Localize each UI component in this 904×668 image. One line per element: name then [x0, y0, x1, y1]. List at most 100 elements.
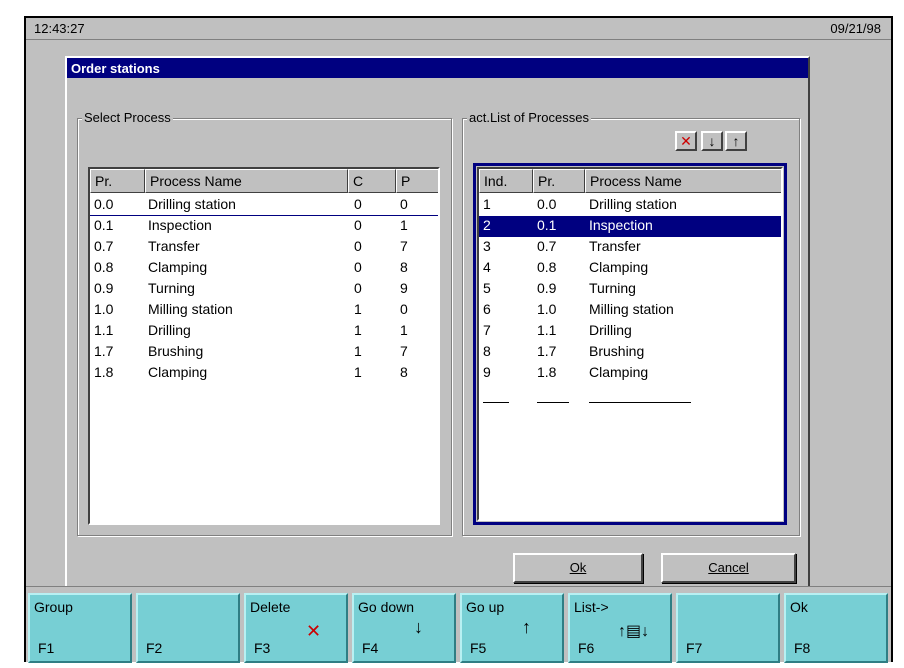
fkey-f8-button[interactable]: Ok F8 [784, 593, 888, 663]
act-process-cell: 0.8 [537, 259, 557, 275]
act-process-cell: 0.0 [537, 196, 557, 212]
process-cell: 0.0 [94, 196, 114, 212]
fkey-number: F3 [254, 640, 271, 656]
process-row[interactable]: 0.0 Drilling station 0 0 [90, 195, 438, 216]
ok-button[interactable]: Ok [513, 553, 643, 583]
process-row[interactable]: 1.0 Milling station 1 0 [90, 300, 438, 321]
process-cell: 0.7 [94, 238, 114, 254]
delete-icon: ✕ [306, 621, 322, 641]
fkey-f7-button[interactable]: F7 [676, 593, 780, 663]
fkey-f2-button[interactable]: F2 [136, 593, 240, 663]
fkey-f4-button[interactable]: Go down F4 ↓ [352, 593, 456, 663]
fkey-label: Group [34, 599, 73, 615]
fkey-number: F8 [794, 640, 811, 656]
process-cell: 1.1 [94, 322, 114, 338]
delete-button[interactable]: ✕ [675, 131, 697, 151]
process-cell: 1 [400, 322, 408, 338]
process-cell: 8 [400, 364, 408, 380]
process-cell: 1 [354, 322, 362, 338]
act-process-cell: Clamping [589, 364, 649, 380]
act-process-row[interactable]: 4 0.8 Clamping [479, 258, 781, 279]
cancel-button[interactable]: Cancel [661, 553, 796, 583]
act-process-cell: 8 [483, 343, 491, 359]
act-process-cell: 1.7 [537, 343, 557, 359]
act-process-row[interactable]: 3 0.7 Transfer [479, 237, 781, 258]
move-up-button[interactable]: ↑ [725, 131, 747, 151]
act-process-cell: 5 [483, 280, 491, 296]
process-cell: 0 [354, 238, 362, 254]
function-key-bar: Group F1 F2 Delete F3 ✕ Go down F4 ↓ Go up F5 ↑ List… [26, 586, 891, 663]
column-header-p[interactable]: P [396, 169, 438, 193]
arrow-down-icon: ↓ [414, 617, 423, 637]
fkey-label: List-> [574, 599, 609, 615]
arrow-up-icon: ↑ [522, 617, 531, 637]
fkey-f1-button[interactable]: Group F1 [28, 593, 132, 663]
process-row[interactable]: 1.8 Clamping 1 8 [90, 363, 438, 384]
process-cell: 1.0 [94, 301, 114, 317]
process-cell: 1 [354, 343, 362, 359]
process-cell: 0 [354, 217, 362, 233]
process-row[interactable]: 0.8 Clamping 0 8 [90, 258, 438, 279]
column-header-c[interactable]: C [348, 169, 396, 193]
act-process-row[interactable]: 1 0.0 Drilling station [479, 195, 781, 216]
process-cell: Turning [148, 280, 195, 296]
current-date: 09/21/98 [830, 21, 881, 36]
act-list-listbox[interactable]: Ind. Pr. Process Name 1 0.0 Drilling stati… [473, 163, 787, 525]
fkey-label: Go down [358, 599, 415, 615]
delete-icon: ✕ [680, 133, 692, 149]
process-row[interactable]: 1.1 Drilling 1 1 [90, 321, 438, 342]
dialog-title: Order stations [67, 58, 808, 78]
empty-insert-row[interactable] [479, 384, 781, 405]
column-header-process-name[interactable]: Process Name [585, 169, 781, 193]
fkey-f5-button[interactable]: Go up F5 ↑ [460, 593, 564, 663]
process-row[interactable]: 0.7 Transfer 0 7 [90, 237, 438, 258]
process-cell: 7 [400, 343, 408, 359]
act-process-cell: 1.0 [537, 301, 557, 317]
select-process-header: Pr. Process Name C P [90, 169, 438, 193]
act-process-cell: 7 [483, 322, 491, 338]
act-process-cell: Inspection [589, 217, 653, 233]
act-process-row[interactable]: 9 1.8 Clamping [479, 363, 781, 384]
act-process-row[interactable]: 8 1.7 Brushing [479, 342, 781, 363]
placeholder-line [537, 402, 569, 403]
process-cell: 0.8 [94, 259, 114, 275]
fkey-label: Go up [466, 599, 505, 615]
act-list-header: Ind. Pr. Process Name [479, 169, 781, 193]
column-header-pr[interactable]: Pr. [533, 169, 585, 193]
process-row[interactable]: 0.9 Turning 0 9 [90, 279, 438, 300]
act-process-row[interactable]: 6 1.0 Milling station [479, 300, 781, 321]
select-process-legend: Select Process [82, 110, 173, 125]
process-cell: 0 [354, 280, 362, 296]
arrow-down-icon: ↓ [708, 133, 716, 149]
process-cell: 1 [354, 301, 362, 317]
process-cell: 0 [400, 301, 408, 317]
column-header-process-name[interactable]: Process Name [145, 169, 348, 193]
fkey-f6-button[interactable]: List-> F6 ↑▤↓ [568, 593, 672, 663]
process-cell: 7 [400, 238, 408, 254]
column-header-pr[interactable]: Pr. [90, 169, 145, 193]
process-cell: 1 [354, 364, 362, 380]
process-row[interactable]: 0.1 Inspection 0 1 [90, 216, 438, 237]
act-process-row[interactable]: 7 1.1 Drilling [479, 321, 781, 342]
process-cell: Brushing [148, 343, 204, 359]
fkey-f3-button[interactable]: Delete F3 ✕ [244, 593, 348, 663]
process-cell: 0.1 [94, 217, 114, 233]
act-process-row[interactable]: 5 0.9 Turning [479, 279, 781, 300]
fkey-number: F1 [38, 640, 55, 656]
fkey-number: F6 [578, 640, 595, 656]
act-list-legend: act.List of Processes [467, 110, 591, 125]
column-header-ind[interactable]: Ind. [479, 169, 533, 193]
process-cell: Transfer [148, 238, 200, 254]
arrow-up-icon: ↑ [732, 133, 740, 149]
select-process-list[interactable]: Pr. Process Name C P 0.0 Drilling station… [88, 167, 440, 525]
act-process-cell: Brushing [589, 343, 645, 359]
process-cell: 0.9 [94, 280, 114, 296]
process-cell: 8 [400, 259, 408, 275]
act-process-cell: 1 [483, 196, 491, 212]
process-row[interactable]: 1.7 Brushing 1 7 [90, 342, 438, 363]
process-cell: 0 [354, 259, 362, 275]
act-process-row[interactable]: 2 0.1 Inspection [479, 216, 781, 237]
process-cell: Drilling [148, 322, 191, 338]
process-cell: Milling station [148, 301, 233, 317]
move-down-button[interactable]: ↓ [701, 131, 723, 151]
